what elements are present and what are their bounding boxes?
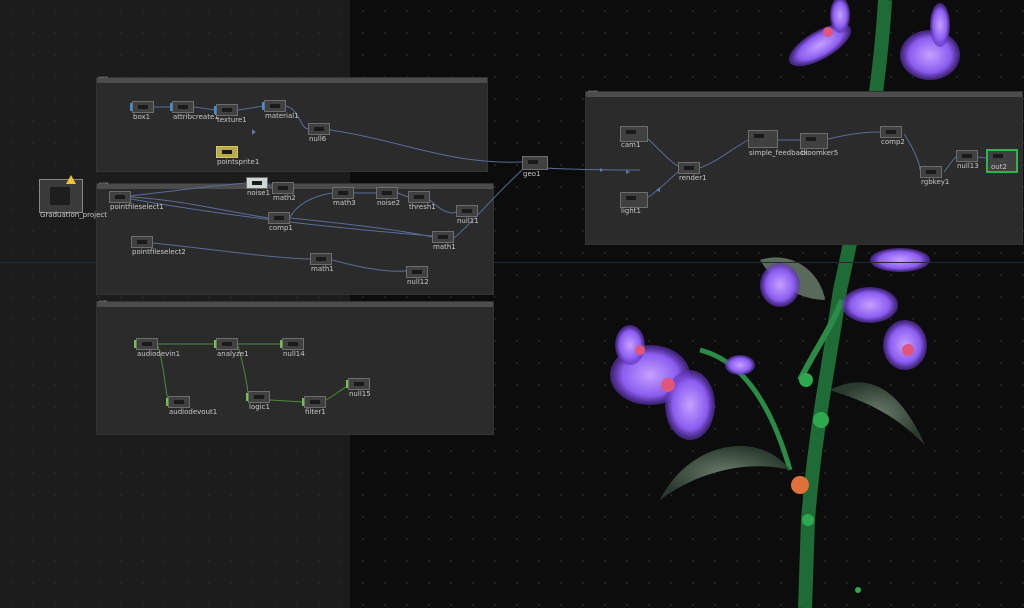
- node-label: light1: [621, 207, 641, 215]
- node-tile: [956, 150, 978, 162]
- node-tile: [406, 266, 428, 278]
- node-tile: [132, 101, 154, 113]
- node-tile: [620, 126, 648, 142]
- node-tile: [282, 338, 304, 350]
- node-label: null11: [457, 217, 479, 225]
- node-tile: [268, 212, 290, 224]
- node-tile: [168, 396, 190, 408]
- node-tile: [304, 396, 326, 408]
- node-tile: [620, 192, 648, 208]
- node-label: attribcreate1: [173, 113, 219, 121]
- node-tile: [131, 236, 153, 248]
- node-tile: [216, 146, 238, 158]
- node-label: audiodevout1: [169, 408, 218, 416]
- node-tile: [678, 162, 700, 174]
- node-label: bloomker5: [801, 149, 839, 157]
- node-tile: [800, 133, 828, 149]
- node-label: null15: [349, 390, 371, 398]
- node-tile: [109, 191, 131, 203]
- node-label: null6: [309, 135, 327, 143]
- node-label: simple_feedback: [749, 149, 808, 157]
- node-label: pointsprite1: [217, 158, 260, 166]
- node-label: noise2: [377, 199, 401, 207]
- warning-icon: [66, 175, 76, 184]
- node-tile: [272, 182, 294, 194]
- node-label: null12: [407, 278, 429, 286]
- node-label: texture1: [217, 116, 247, 124]
- node-tile: [246, 177, 268, 189]
- node-label: comp2: [881, 138, 905, 146]
- node-tile: [748, 130, 778, 148]
- node-tile: [456, 205, 478, 217]
- node-tile: [310, 253, 332, 265]
- node-label: math3: [333, 199, 356, 207]
- node-label: geo1: [523, 170, 541, 178]
- node-tile: [308, 123, 330, 135]
- node-tile: [880, 126, 902, 138]
- network-editor-canvas[interactable]: scene points audio render Graduation_pro…: [0, 0, 1024, 608]
- node-tile: [216, 338, 238, 350]
- node-label: filter1: [305, 408, 326, 416]
- node-label: box1: [133, 113, 151, 121]
- node-label: math1: [311, 265, 334, 273]
- node-tile: [264, 100, 286, 112]
- node-tile: [248, 391, 270, 403]
- node-tile: [216, 104, 238, 116]
- graduation-project-node[interactable]: [39, 175, 83, 213]
- node-tile: [408, 191, 430, 203]
- node-label: math1: [433, 243, 456, 251]
- node-label: thresh1: [409, 203, 436, 211]
- node-label: cam1: [621, 141, 641, 149]
- node-tile: [332, 187, 354, 199]
- node-label: logic1: [249, 403, 270, 411]
- node-label: analyze1: [217, 350, 249, 358]
- node-wires: [130, 105, 987, 403]
- node-tile: [348, 378, 370, 390]
- node-label: out2: [991, 163, 1007, 171]
- node-tile: [136, 338, 158, 350]
- node-label: pointfileselect1: [110, 203, 164, 211]
- node-label: rgbkey1: [921, 178, 950, 186]
- project-node-preview: [50, 187, 70, 205]
- node-label: null14: [283, 350, 305, 358]
- node-label: comp1: [269, 224, 293, 232]
- node-tile: [376, 187, 398, 199]
- node-label: audiodevin1: [137, 350, 181, 358]
- node-label: material1: [265, 112, 299, 120]
- node-label: render1: [679, 174, 707, 182]
- node-tile: [920, 166, 942, 178]
- graduation-project-label: Graduation_project: [40, 211, 107, 219]
- node-label: noise1: [247, 189, 271, 197]
- node-label: math2: [273, 194, 296, 202]
- node-label: pointfileselect2: [132, 248, 186, 256]
- node-tile: [172, 101, 194, 113]
- node-tile: [522, 156, 548, 170]
- node-label: null13: [957, 162, 979, 170]
- node-tile: [432, 231, 454, 243]
